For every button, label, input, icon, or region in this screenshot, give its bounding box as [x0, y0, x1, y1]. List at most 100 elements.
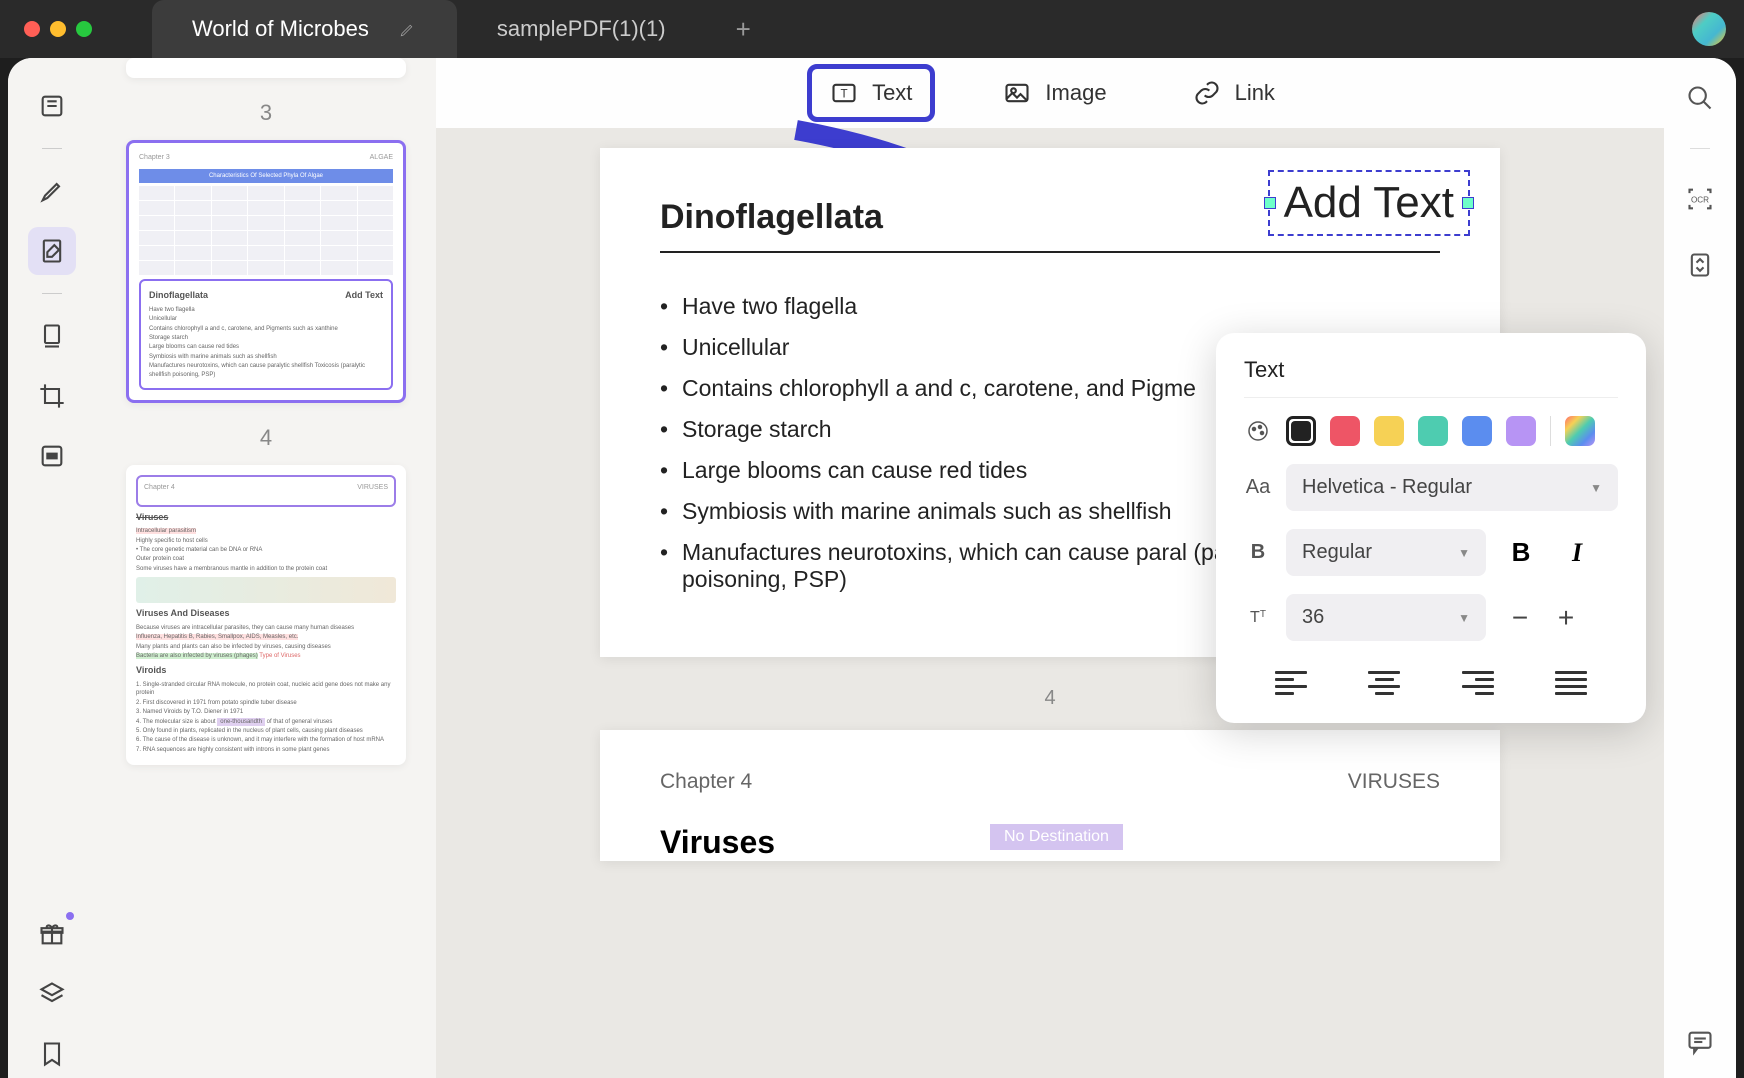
color-custom[interactable]: [1565, 416, 1595, 446]
text-icon: T: [830, 79, 858, 107]
chevron-down-icon: ▼: [1590, 481, 1602, 495]
bookmark-button[interactable]: [28, 1030, 76, 1078]
divider: [1550, 416, 1551, 446]
divider: [42, 148, 62, 149]
decrease-size-button[interactable]: −: [1500, 598, 1540, 638]
crop-icon: [38, 382, 66, 410]
left-tool-sidebar: [8, 58, 96, 1078]
subject-label: VIRUSES: [1348, 770, 1440, 794]
add-text-label: Add Text: [1284, 178, 1454, 227]
pencil-icon[interactable]: [399, 20, 417, 38]
thumb-content: Chapter 3ALGAE Characteristics Of Select…: [139, 153, 393, 390]
titlebar: World of Microbes samplePDF(1)(1) +: [0, 0, 1744, 58]
color-black[interactable]: [1286, 416, 1316, 446]
new-tab-button[interactable]: +: [706, 0, 781, 58]
bookmark-icon: [38, 1040, 66, 1068]
right-tool-sidebar: OCR: [1664, 58, 1736, 1078]
page-label-3: 3: [126, 86, 406, 140]
insert-link-button[interactable]: Link: [1175, 69, 1293, 117]
bold-b-icon: B: [1244, 541, 1272, 564]
color-red[interactable]: [1330, 416, 1360, 446]
color-blue[interactable]: [1462, 416, 1492, 446]
ocr-icon: OCR: [1686, 185, 1714, 213]
align-right-button[interactable]: [1462, 667, 1494, 699]
panel-title: Text: [1244, 357, 1618, 398]
tab-samplepdf[interactable]: samplePDF(1)(1): [457, 0, 706, 58]
gift-icon: [38, 920, 66, 948]
redact-button[interactable]: [28, 432, 76, 480]
italic-toggle[interactable]: I: [1556, 532, 1598, 574]
button-label: Image: [1045, 80, 1106, 106]
bullet-item[interactable]: Have two flagella: [660, 293, 1440, 320]
thumbnail-page-4[interactable]: Chapter 3ALGAE Characteristics Of Select…: [126, 140, 406, 403]
no-destination-badge[interactable]: No Destination: [990, 824, 1123, 850]
align-center-button[interactable]: [1368, 667, 1400, 699]
maximize-window-button[interactable]: [76, 21, 92, 37]
color-yellow[interactable]: [1374, 416, 1404, 446]
comments-button[interactable]: [1684, 1026, 1716, 1058]
thumbnail-panel[interactable]: 3 Chapter 3ALGAE Characteristics Of Sele…: [96, 58, 436, 1078]
palette-icon: [1244, 419, 1272, 443]
search-button[interactable]: [1684, 82, 1716, 114]
divider: [42, 293, 62, 294]
comment-icon: [1686, 1028, 1714, 1056]
font-weight-select[interactable]: Regular ▼: [1286, 529, 1486, 576]
font-aa-icon: Aa: [1244, 476, 1272, 499]
color-purple[interactable]: [1506, 416, 1536, 446]
search-icon: [1686, 84, 1714, 112]
highlighter-icon: [38, 177, 66, 205]
page-label-4: 4: [126, 411, 406, 465]
align-left-button[interactable]: [1275, 667, 1307, 699]
divider: [1690, 148, 1710, 149]
color-teal[interactable]: [1418, 416, 1448, 446]
gift-button[interactable]: [28, 910, 76, 958]
svg-text:OCR: OCR: [1691, 196, 1709, 205]
button-label: Link: [1235, 80, 1275, 106]
add-text-insertion-box[interactable]: Add Text: [1268, 170, 1470, 236]
font-family-row: Aa Helvetica - Regular ▼: [1244, 464, 1618, 511]
thumbnail-page-3-bottom[interactable]: [126, 58, 406, 78]
thumbnail-page-5[interactable]: Chapter 4VIRUSES Viruses Intracellular p…: [126, 465, 406, 765]
next-heading[interactable]: Viruses: [660, 824, 775, 861]
page-manager-button[interactable]: [28, 312, 76, 360]
chevron-down-icon: ▼: [1458, 611, 1470, 625]
text-size-icon: TT: [1244, 609, 1272, 627]
redact-icon: [38, 442, 66, 470]
layers-button[interactable]: [28, 970, 76, 1018]
pages-icon: [38, 322, 66, 350]
insert-image-button[interactable]: Image: [985, 69, 1124, 117]
font-weight-value: Regular: [1302, 541, 1372, 564]
link-icon: [1193, 79, 1221, 107]
tab-world-of-microbes[interactable]: World of Microbes: [152, 0, 457, 58]
ocr-button[interactable]: OCR: [1684, 183, 1716, 215]
close-window-button[interactable]: [24, 21, 40, 37]
image-icon: [1003, 79, 1031, 107]
convert-button[interactable]: [1684, 249, 1716, 281]
convert-icon: [1686, 251, 1714, 279]
edit-text-button[interactable]: [28, 227, 76, 275]
tab-label: World of Microbes: [192, 16, 369, 42]
text-properties-panel: Text Aa Helvetica: [1216, 333, 1646, 723]
reader-mode-button[interactable]: [28, 82, 76, 130]
font-family-value: Helvetica - Regular: [1302, 476, 1472, 499]
insert-text-button[interactable]: T Text: [807, 64, 935, 122]
document-page-5-top[interactable]: Chapter 4 VIRUSES Viruses No Destination: [600, 730, 1500, 861]
app-logo-icon[interactable]: [1692, 12, 1726, 46]
font-family-select[interactable]: Helvetica - Regular ▼: [1286, 464, 1618, 511]
highlighter-button[interactable]: [28, 167, 76, 215]
minimize-window-button[interactable]: [50, 21, 66, 37]
align-justify-button[interactable]: [1555, 667, 1587, 699]
chevron-down-icon: ▼: [1458, 546, 1470, 560]
crop-button[interactable]: [28, 372, 76, 420]
main-area: 3 Chapter 3ALGAE Characteristics Of Sele…: [8, 58, 1736, 1078]
svg-text:T: T: [841, 88, 848, 101]
bold-toggle[interactable]: B: [1500, 532, 1542, 574]
font-size-select[interactable]: 36 ▼: [1286, 594, 1486, 641]
tab-label: samplePDF(1)(1): [497, 16, 666, 42]
chapter-label: Chapter 4: [660, 770, 752, 794]
increase-size-button[interactable]: +: [1546, 598, 1586, 638]
thumb-content: Chapter 4VIRUSES Viruses Intracellular p…: [136, 475, 396, 754]
book-icon: [38, 92, 66, 120]
edit-page-icon: [38, 237, 66, 265]
layers-icon: [38, 980, 66, 1008]
